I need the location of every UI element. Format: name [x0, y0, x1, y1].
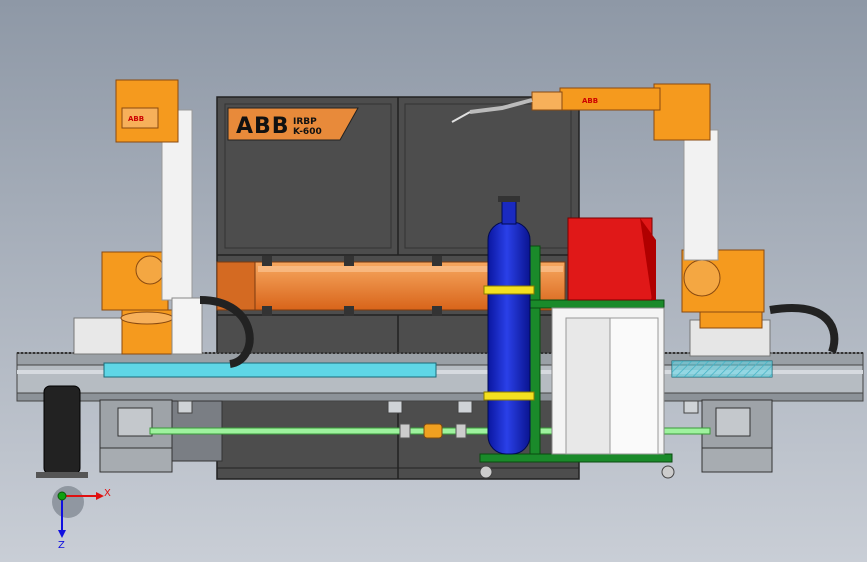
left-wheel	[36, 385, 88, 478]
right-robot-logo: ABB	[582, 97, 598, 105]
sign-brand: ABB	[236, 114, 290, 139]
gas-cylinder	[483, 196, 535, 455]
abb-sign: ABB IRBP K-600	[227, 107, 359, 141]
sign-model-line2: K-600	[293, 127, 322, 137]
axis-z-label: Z	[58, 540, 65, 551]
left-cyan-track	[103, 362, 437, 378]
axis-x-label: X	[104, 488, 111, 499]
welding-cell-drawing: ABB IRBP K-600 ABB ABB X Z	[0, 0, 867, 562]
left-robot-logo: ABB	[128, 115, 144, 123]
sign-model-line1: IRBP	[293, 117, 317, 127]
